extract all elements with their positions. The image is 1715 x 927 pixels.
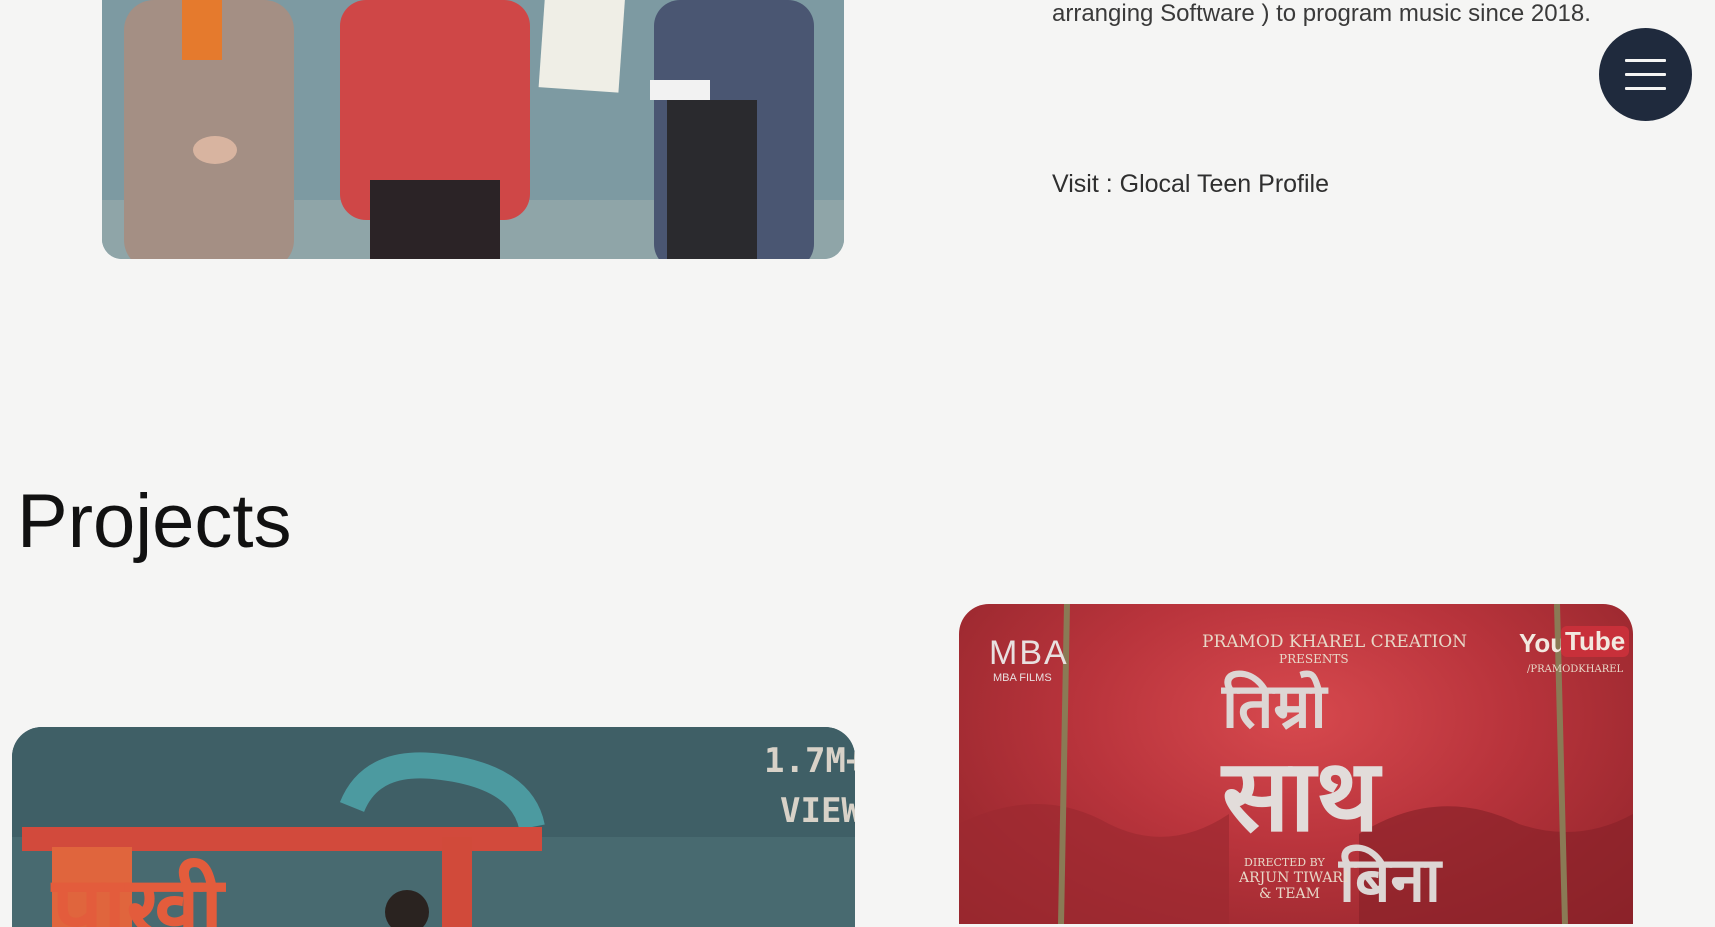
- projects-heading: Projects: [17, 479, 292, 564]
- menu-button[interactable]: [1599, 28, 1692, 121]
- pakhi-views-label: VIEWS: [780, 791, 855, 831]
- project-card-pakhi[interactable]: पाखी 1.7M+ VIEWS: [12, 727, 855, 927]
- director-name: ARJUN TIWARI: [1239, 870, 1349, 886]
- mba-logo-text: MBA: [989, 634, 1069, 672]
- award-photo: [102, 0, 844, 259]
- visit-prefix: Visit :: [1052, 170, 1120, 198]
- award-photo-illustration: [102, 0, 844, 259]
- pakhi-title-text: पाखी: [52, 856, 224, 927]
- project-card-timro-saath-bina[interactable]: MBA MBA FILMS PRAMOD KHAREL CREATION PRE…: [959, 604, 1633, 924]
- visit-line: Visit : Glocal Teen Profile: [1052, 168, 1329, 200]
- about-text-fragment: arranging Software ) to program music si…: [1052, 0, 1591, 27]
- youtube-logo-you: You: [1519, 628, 1567, 658]
- mba-films-text: MBA FILMS: [993, 672, 1052, 684]
- youtube-logo-tube: Tube: [1561, 626, 1630, 657]
- youtube-channel-text: /PRAMODKHAREL: [1527, 664, 1624, 675]
- directed-by-label: DIRECTED BY: [1244, 856, 1325, 869]
- pakhi-views-count: 1.7M+: [764, 741, 855, 781]
- glocal-teen-profile-link[interactable]: Glocal Teen Profile: [1120, 170, 1329, 198]
- director-team: & TEAM: [1259, 886, 1320, 902]
- title-bina: बिना: [1339, 843, 1441, 916]
- presenter-text: PRAMOD KHAREL CREATION: [1202, 632, 1468, 652]
